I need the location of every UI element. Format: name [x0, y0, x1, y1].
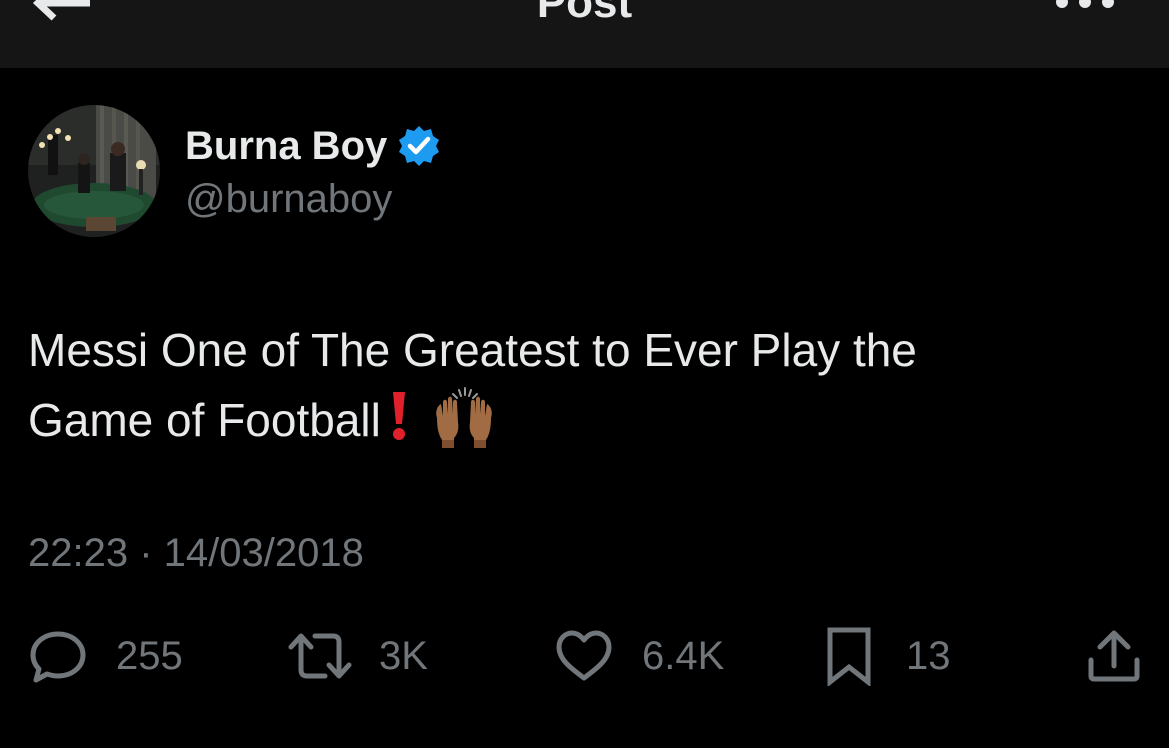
repost-count: 3K	[379, 634, 428, 678]
more-options-button[interactable]	[1053, 0, 1117, 12]
post-timestamp[interactable]: 22:23 · 14/03/2018	[28, 528, 364, 578]
heart-icon	[556, 630, 612, 681]
repost-icon	[288, 633, 352, 679]
reply-icon	[30, 631, 86, 683]
more-horizontal-icon	[1056, 0, 1114, 8]
avatar[interactable]	[28, 105, 160, 237]
bookmark-count: 13	[906, 634, 951, 678]
share-icon	[1088, 630, 1140, 682]
top-bar: Post	[0, 0, 1169, 68]
raising-hands-icon	[436, 387, 492, 448]
reply-button[interactable]: 255	[28, 628, 183, 684]
tweet-text-line-1: Messi One of The Greatest to Ever Play t…	[28, 324, 917, 376]
author-name-row: Burna Boy	[185, 122, 441, 170]
display-name[interactable]: Burna Boy	[185, 122, 387, 170]
like-button[interactable]: 6.4K	[554, 628, 724, 684]
repost-button[interactable]: 3K	[287, 628, 428, 684]
bookmark-icon	[827, 627, 871, 686]
bookmark-button[interactable]: 13	[826, 627, 951, 686]
author-handle[interactable]: @burnaboy	[185, 174, 392, 224]
tweet-text: Messi One of The Greatest to Ever Play t…	[28, 316, 1128, 454]
share-button[interactable]	[1086, 628, 1142, 684]
verified-badge-icon	[399, 126, 440, 166]
avatar-image	[28, 105, 160, 237]
like-count: 6.4K	[642, 634, 725, 678]
reply-count: 255	[116, 634, 183, 678]
red-exclamation-mark-icon	[392, 392, 405, 440]
page-title: Post	[536, 0, 633, 27]
tweet-text-line-2: Game of Football	[28, 384, 1128, 454]
tweet-text-line-2-label: Game of Football	[28, 394, 381, 446]
